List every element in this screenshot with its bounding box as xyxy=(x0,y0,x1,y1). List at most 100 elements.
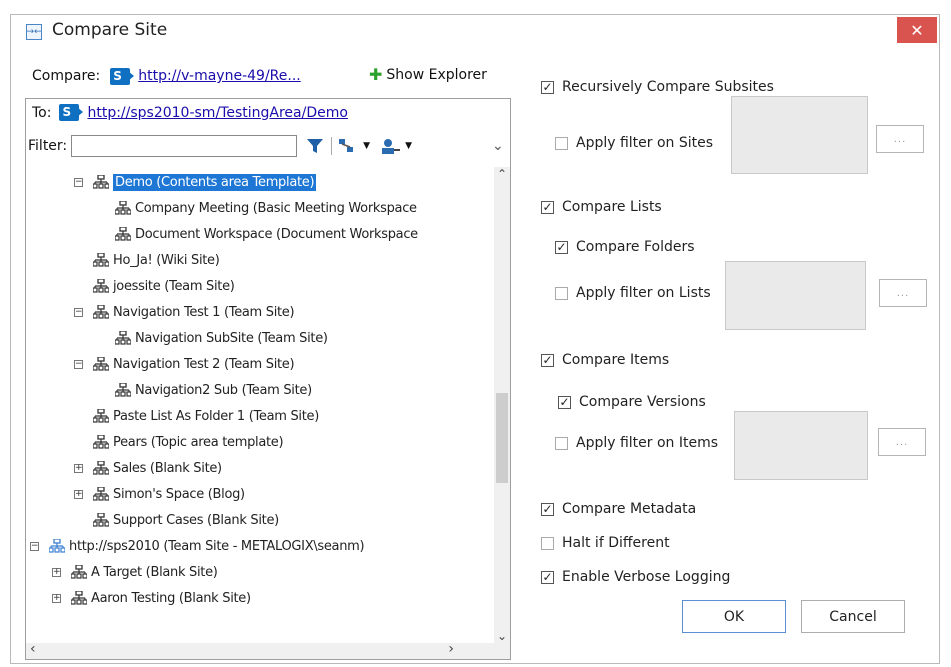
user-filter-icon[interactable] xyxy=(380,137,402,155)
site-tree-panel: To: S http://sps2010-sm/TestingArea/Demo… xyxy=(25,98,511,660)
tree-item-label: Navigation2 Sub (Team Site) xyxy=(135,382,312,398)
tree-item[interactable]: − Navigation Test 1 (Team Site) xyxy=(74,301,295,323)
left-panel: Compare: S http://v-mayne-49/Re... ✚ Sho… xyxy=(22,60,514,660)
scroll-left-icon[interactable]: ‹ xyxy=(30,641,36,657)
tree-item-label: A Target (Blank Site) xyxy=(91,564,218,580)
tree-item-label: Demo (Contents area Template) xyxy=(113,173,317,191)
verbose-logging-checkbox[interactable]: ✓ Enable Verbose Logging xyxy=(541,569,730,585)
horizontal-scrollbar[interactable]: ‹ › xyxy=(26,641,496,659)
sites-filter-button[interactable]: ... xyxy=(876,125,924,153)
show-explorer-label: Show Explorer xyxy=(386,66,487,83)
sharepoint-icon: S xyxy=(110,67,135,85)
checkbox-box xyxy=(555,286,568,300)
scroll-up-icon[interactable]: ⌃ xyxy=(497,167,507,181)
site-icon xyxy=(93,435,113,450)
check-icon: ✓ xyxy=(541,353,554,367)
scroll-right-icon[interactable]: › xyxy=(448,641,454,657)
tree-item-label: Navigation Test 2 (Team Site) xyxy=(113,356,295,372)
compare-items-label: Compare Items xyxy=(562,352,670,368)
site-icon xyxy=(93,357,113,372)
chevron-down-icon[interactable]: ▼ xyxy=(405,141,412,151)
tree-item-label: Simon's Space (Blog) xyxy=(113,486,245,502)
compare-items-checkbox[interactable]: ✓ Compare Items xyxy=(541,352,669,368)
filter-items-label: Apply filter on Items xyxy=(576,435,719,451)
check-icon: ✓ xyxy=(541,570,554,584)
tree-item-label: Paste List As Folder 1 (Team Site) xyxy=(113,408,319,424)
filter-sites-label: Apply filter on Sites xyxy=(576,135,714,151)
window-title: Compare Site xyxy=(52,20,168,40)
tree-item[interactable]: Navigation SubSite (Team Site) xyxy=(96,327,328,349)
checkbox-box xyxy=(555,136,568,150)
plus-icon: ✚ xyxy=(369,65,383,84)
halt-if-different-label: Halt if Different xyxy=(562,535,670,551)
expander-icon[interactable]: − xyxy=(74,307,83,317)
scroll-down-icon[interactable]: ⌄ xyxy=(497,629,507,643)
vertical-scrollbar[interactable]: ⌃ ⌄ xyxy=(494,167,510,643)
expander-icon[interactable]: − xyxy=(74,359,83,369)
site-icon xyxy=(71,591,91,606)
tree-item[interactable]: + A Target (Blank Site) xyxy=(52,561,218,583)
expander-icon[interactable]: + xyxy=(52,567,61,577)
compare-source-link[interactable]: http://v-mayne-49/Re... xyxy=(138,68,300,84)
separator xyxy=(331,137,333,155)
tree-item[interactable]: − Demo (Contents area Template) xyxy=(74,171,317,193)
tree-item[interactable]: Pears (Topic area template) xyxy=(74,431,284,453)
funnel-icon[interactable] xyxy=(305,136,325,156)
site-icon xyxy=(93,253,113,268)
filter-sites-checkbox[interactable]: Apply filter on Sites xyxy=(555,135,713,151)
cancel-button[interactable]: Cancel xyxy=(801,600,905,633)
halt-if-different-checkbox[interactable]: Halt if Different xyxy=(541,535,670,551)
tree-item-label: Aaron Testing (Blank Site) xyxy=(91,590,251,606)
tree-item[interactable]: + Aaron Testing (Blank Site) xyxy=(52,587,251,609)
tree-item[interactable]: Company Meeting (Basic Meeting Workspace xyxy=(96,197,417,219)
tree-item[interactable]: joessite (Team Site) xyxy=(74,275,235,297)
site-icon xyxy=(93,409,113,424)
compare-folders-checkbox[interactable]: ✓ Compare Folders xyxy=(555,239,695,255)
scroll-thumb[interactable] xyxy=(496,393,508,483)
site-icon xyxy=(115,201,135,216)
filter-lists-checkbox[interactable]: Apply filter on Lists xyxy=(555,285,711,301)
compare-metadata-checkbox[interactable]: ✓ Compare Metadata xyxy=(541,501,696,517)
collapse-chevron-icon[interactable]: ⌄ xyxy=(492,138,504,154)
tree-item[interactable]: Paste List As Folder 1 (Team Site) xyxy=(74,405,319,427)
tree-item[interactable]: + Sales (Blank Site) xyxy=(74,457,222,479)
show-explorer-button[interactable]: ✚ Show Explorer xyxy=(369,65,487,84)
compare-metadata-label: Compare Metadata xyxy=(562,501,697,517)
chevron-down-icon[interactable]: ▼ xyxy=(363,141,370,151)
recursive-compare-label: Recursively Compare Subsites xyxy=(562,79,774,95)
site-icon xyxy=(93,461,113,476)
check-icon: ✓ xyxy=(541,502,554,516)
compare-lists-checkbox[interactable]: ✓ Compare Lists xyxy=(541,199,662,215)
tree-item[interactable]: Support Cases (Blank Site) xyxy=(74,509,279,531)
lists-filter-button[interactable]: ... xyxy=(879,279,927,307)
compare-icon: →← xyxy=(26,24,42,40)
check-icon: ✓ xyxy=(558,395,571,409)
tree-item[interactable]: Document Workspace (Document Workspace xyxy=(96,223,418,245)
check-icon: ✓ xyxy=(541,80,554,94)
expander-icon[interactable]: − xyxy=(30,541,39,551)
site-icon xyxy=(115,383,135,398)
compare-versions-label: Compare Versions xyxy=(579,394,706,410)
tree-item[interactable]: − http://sps2010 (Team Site - METALOGIX\s… xyxy=(30,535,365,557)
scroll-corner xyxy=(494,643,510,659)
filter-items-checkbox[interactable]: Apply filter on Items xyxy=(555,435,718,451)
items-filter-button[interactable]: ... xyxy=(878,428,926,456)
check-icon: ✓ xyxy=(555,240,568,254)
site-icon xyxy=(93,487,113,502)
filter-input[interactable] xyxy=(71,135,298,157)
checkbox-box xyxy=(555,436,568,450)
tree-item[interactable]: Navigation2 Sub (Team Site) xyxy=(96,379,312,401)
recursive-compare-checkbox[interactable]: ✓ Recursively Compare Subsites xyxy=(541,79,774,95)
expander-icon[interactable]: + xyxy=(74,463,83,473)
target-link[interactable]: http://sps2010-sm/TestingArea/Demo xyxy=(87,105,347,121)
ok-button[interactable]: OK xyxy=(682,600,786,633)
tree-item[interactable]: + Simon's Space (Blog) xyxy=(74,483,245,505)
tree-item-label: Pears (Topic area template) xyxy=(113,434,284,450)
network-filter-icon[interactable] xyxy=(338,137,360,155)
tree-item[interactable]: Ho_Ja! (Wiki Site) xyxy=(74,249,220,271)
expander-icon[interactable]: + xyxy=(52,593,61,603)
compare-versions-checkbox[interactable]: ✓ Compare Versions xyxy=(558,394,706,410)
expander-icon[interactable]: + xyxy=(74,489,83,499)
tree-item[interactable]: − Navigation Test 2 (Team Site) xyxy=(74,353,295,375)
expander-icon[interactable]: − xyxy=(74,177,83,187)
